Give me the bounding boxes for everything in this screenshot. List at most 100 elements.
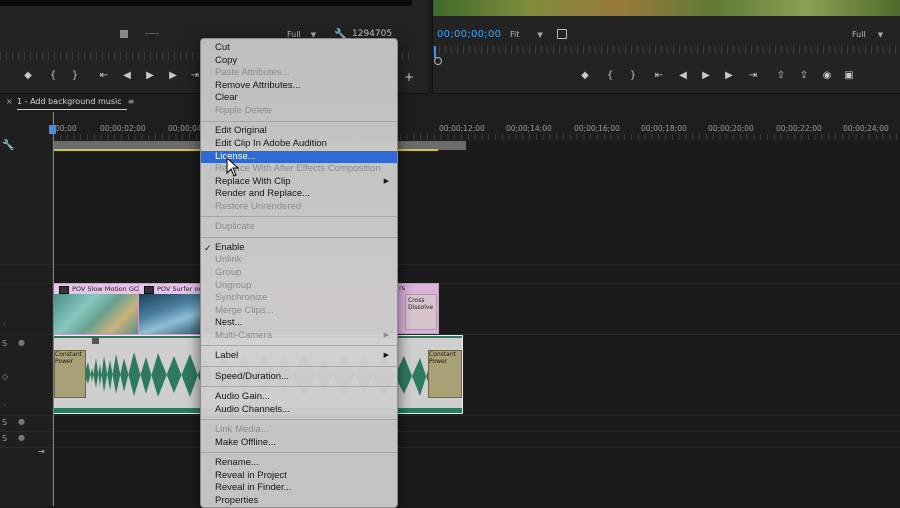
mic-icon[interactable]: ● [18,433,25,442]
menu-item-make-offline[interactable]: Make Offline... [201,437,397,449]
menu-item-clear[interactable]: Clear [201,92,397,104]
ruler-tick: 00;00;16;00 [574,124,620,133]
menu-item-group[interactable]: Group [201,267,397,279]
mark-in-icon[interactable]: { [601,70,619,81]
menu-item-properties[interactable]: Properties [201,495,397,507]
menu-item-label: Nest... [215,317,243,328]
add-button-icon[interactable]: + [400,70,418,84]
menu-item-enable[interactable]: ✓ Enable [201,242,397,254]
go-to-in-icon[interactable]: ⇤ [650,70,668,81]
close-icon[interactable]: × [6,97,13,106]
go-to-out-icon[interactable]: ⇥ [744,70,762,81]
menu-item-render-and-replace[interactable]: Render and Replace... [201,188,397,200]
menu-item-rename[interactable]: Rename... [201,457,397,469]
play-icon[interactable]: ▶ [141,70,159,81]
menu-item-remove-attributes[interactable]: Remove Attributes... [201,80,397,92]
timeline-tab-bar [0,94,900,113]
menu-item-link-media[interactable]: Link Media... [201,424,397,436]
program-time-ruler[interactable] [433,46,900,54]
mute-icon[interactable]: S [2,434,7,443]
menu-item-label: Paste Attributes... [215,67,290,78]
menu-item-label: Enable [215,242,245,253]
menu-item-paste-attributes[interactable]: Paste Attributes... [201,67,397,79]
source-safe-icon[interactable] [120,30,128,38]
timeline-playhead-handle[interactable] [49,125,56,134]
step-back-icon[interactable]: ◀ [118,70,136,81]
menu-item-reveal-in-finder[interactable]: Reveal in Finder... [201,482,397,494]
mark-out-icon[interactable]: } [624,70,642,81]
program-zoom-dropdown[interactable]: Full ▼ [852,30,883,39]
go-to-in-icon[interactable]: ⇤ [95,70,113,81]
play-icon[interactable]: ▶ [697,70,715,81]
menu-item-label: Label [215,350,239,361]
mic-icon[interactable]: ● [18,338,25,347]
step-forward-icon[interactable]: ▶ [164,70,182,81]
menu-item-reveal-in-project[interactable]: Reveal in Project [201,470,397,482]
menu-item-restore-unrendered[interactable]: Restore Unrendered [201,201,397,213]
menu-item-cut[interactable]: Cut [201,42,397,54]
menu-item-unlink[interactable]: Unlink [201,254,397,266]
settings-icon[interactable] [557,29,567,39]
menu-item-edit-in-audition[interactable]: Edit Clip In Adobe Audition [201,138,397,150]
menu-item-edit-original[interactable]: Edit Original [201,125,397,137]
menu-item-nest[interactable]: Nest... [201,317,397,329]
program-playhead[interactable] [434,46,436,58]
menu-item-label: Multi-Camera [215,330,273,341]
menu-item-audio-channels[interactable]: Audio Channels... [201,404,397,416]
panel-menu-icon[interactable]: ≡ [128,97,135,106]
program-timecode[interactable]: 00;00;00;00 [437,29,501,40]
menu-item-ripple-delete[interactable]: Ripple Delete [201,105,397,117]
video-clip[interactable]: POV Surfer on Board [138,283,202,335]
menu-separator [201,345,397,346]
menu-item-merge-clips[interactable]: Merge Clips... [201,305,397,317]
menu-item-duplicate[interactable]: Duplicate [201,221,397,233]
menu-item-label: Restore Unrendered [215,201,302,212]
wrench-icon[interactable]: 🔧 [2,140,14,151]
marker-icon[interactable]: ◆ [19,70,37,81]
program-video-frame [433,0,900,16]
menu-item-ungroup[interactable]: Ungroup [201,280,397,292]
fx-badge-icon [59,286,69,294]
menu-separator [201,237,397,238]
video-clip[interactable]: POV Slow Motion GOPR [53,283,139,335]
audio-transition[interactable]: Constant Power [428,350,462,398]
audio-transition[interactable]: Constant Power [54,350,86,398]
tab-sequence[interactable]: 1 - Add background music ≡ [17,97,134,106]
menu-separator [201,419,397,420]
menu-separator [201,452,397,453]
menu-item-replace-with-clip[interactable]: Replace With Clip ▶ [201,176,397,188]
keyframe-icon[interactable]: ◇ [2,372,8,381]
transition[interactable]: Cross Dissolve [405,294,437,330]
export-frame-icon[interactable]: ◉ [818,70,836,81]
mark-in-icon[interactable]: { [44,70,62,81]
chevron-down-icon: ▼ [877,31,884,39]
step-forward-icon[interactable]: ▶ [720,70,738,81]
menu-item-label: Remove Attributes... [215,80,301,91]
comparison-view-icon[interactable]: ▣ [840,70,858,81]
menu-item-copy[interactable]: Copy [201,55,397,67]
menu-item-synchronize[interactable]: Synchronize [201,292,397,304]
step-back-icon[interactable]: ◀ [674,70,692,81]
expand-icon[interactable]: › [3,320,6,328]
menu-item-audio-gain[interactable]: Audio Gain... [201,391,397,403]
source-mini-scrubber[interactable] [145,33,159,34]
menu-item-label-submenu[interactable]: Label ▶ [201,350,397,362]
program-playhead-knob[interactable] [434,57,442,65]
mute-icon[interactable]: S [2,418,7,427]
marker-icon[interactable]: ◆ [576,70,594,81]
timeline-playhead[interactable] [53,112,54,506]
lift-icon[interactable]: ⇧ [772,70,790,81]
expand-icon[interactable]: › [3,401,6,409]
ruler-tick: 00;00;24;00 [843,124,889,133]
menu-item-label: Ripple Delete [215,105,273,116]
mic-icon[interactable]: ● [18,417,25,426]
mute-icon[interactable]: S [2,339,7,348]
extract-icon[interactable]: ⇪ [795,70,813,81]
mark-out-icon[interactable]: } [66,70,84,81]
menu-item-multi-camera[interactable]: Multi-Camera ▶ [201,330,397,342]
menu-item-label: Reveal in Project [215,470,287,481]
go-to-end-icon[interactable]: ⇥ [38,447,45,456]
menu-item-speed-duration[interactable]: Speed/Duration... [201,371,397,383]
clip-name: rs [399,284,406,292]
program-fit-dropdown[interactable]: Fit ▼ [510,30,543,39]
